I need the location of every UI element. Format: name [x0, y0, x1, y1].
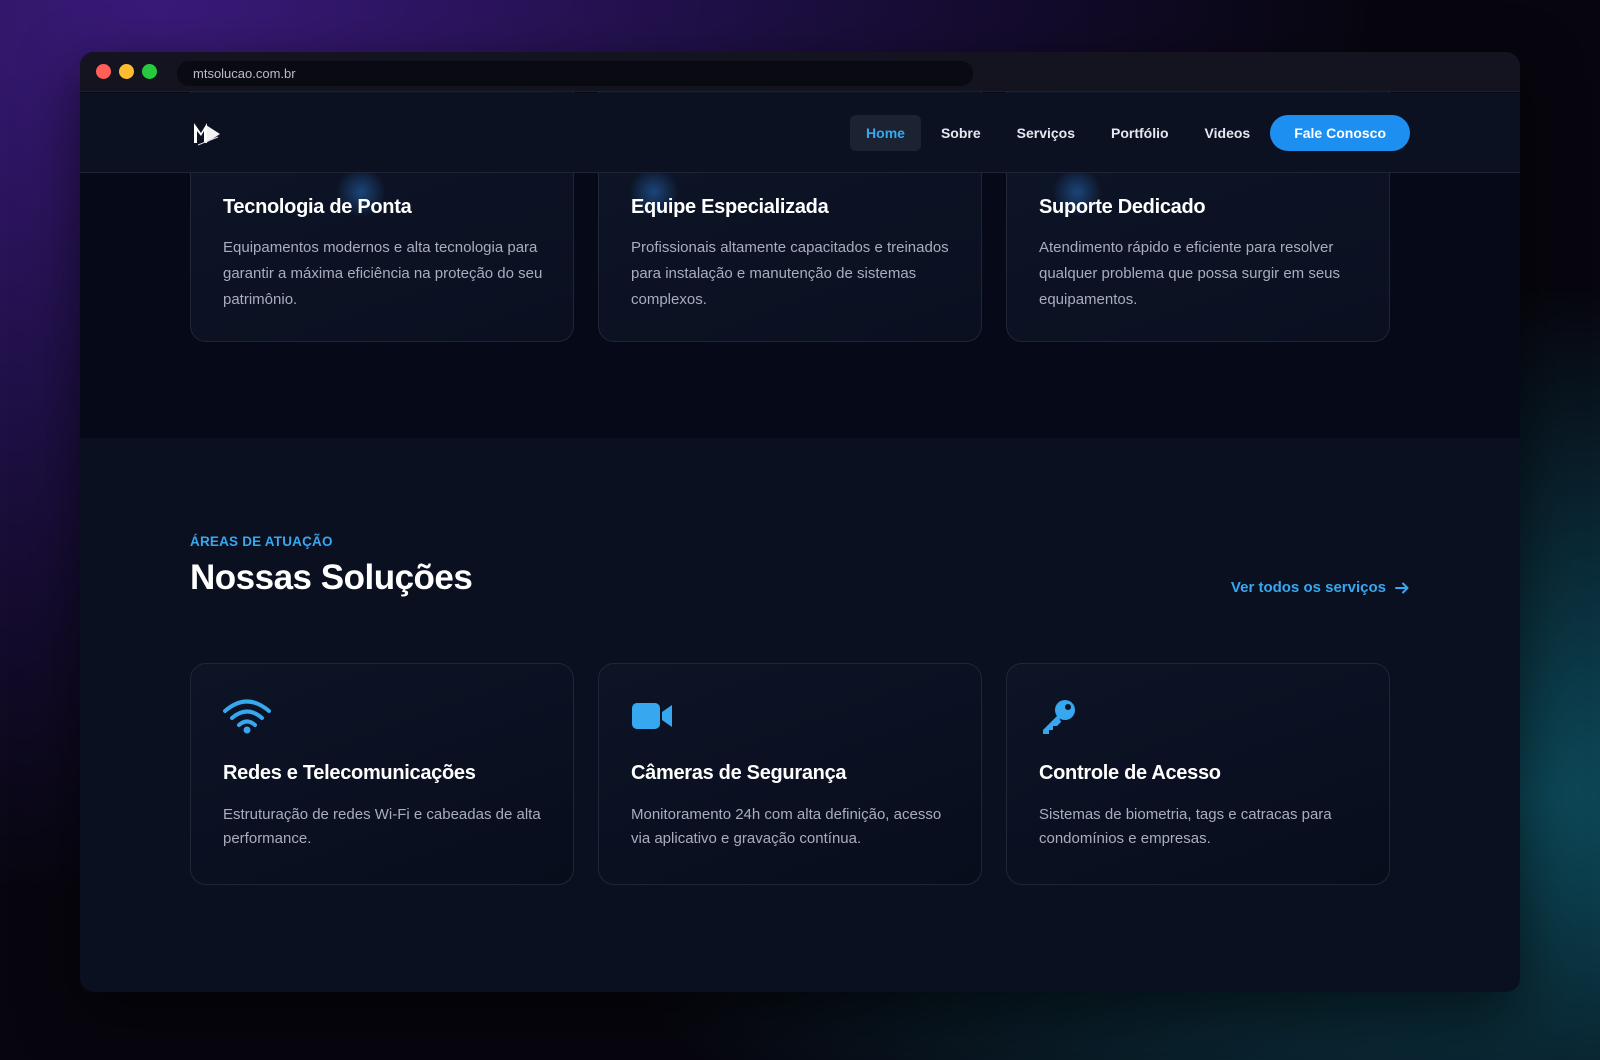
feature-description: Profissionais altamente capacitados e tr…	[631, 239, 949, 308]
section-eyebrow: ÁREAS DE ATUAÇÃO	[190, 534, 333, 549]
solution-description: Monitoramento 24h com alta definição, ac…	[631, 806, 942, 847]
site-navbar: Home Sobre Serviços Portfólio Videos Fal…	[80, 93, 1520, 173]
feature-description: Atendimento rápido e eficiente para reso…	[1039, 239, 1341, 308]
logo-icon	[194, 123, 220, 146]
see-all-services-link[interactable]: Ver todos os serviços	[1231, 579, 1410, 596]
solution-description: Sistemas de biometria, tags e catracas p…	[1039, 806, 1332, 847]
solution-card[interactable]: Câmeras de Segurança Monitoramento 24h c…	[598, 663, 982, 885]
solution-description: Estruturação de redes Wi-Fi e cabeadas d…	[223, 806, 541, 847]
feature-title: Tecnologia de Ponta	[223, 196, 412, 218]
video-camera-icon	[632, 703, 672, 729]
nav-sobre[interactable]: Sobre	[925, 115, 997, 151]
feature-title: Equipe Especializada	[631, 196, 829, 218]
solution-card[interactable]: Controle de Acesso Sistemas de biometria…	[1006, 663, 1390, 885]
solutions-section: ÁREAS DE ATUAÇÃO Nossas Soluções Ver tod…	[80, 438, 1520, 992]
address-bar[interactable]: mtsolucao.com.br	[177, 61, 973, 86]
main-navigation: Home Sobre Serviços Portfólio Videos Fal…	[846, 115, 1410, 151]
wifi-icon	[223, 699, 271, 734]
maximize-window-button[interactable]	[142, 64, 157, 79]
solution-title: Câmeras de Segurança	[631, 762, 847, 784]
section-title: Nossas Soluções	[190, 558, 473, 597]
arrow-right-icon	[1395, 582, 1409, 593]
solution-card[interactable]: Redes e Telecomunicações Estruturação de…	[190, 663, 574, 885]
nav-servicos[interactable]: Serviços	[1001, 115, 1091, 151]
nav-portfolio[interactable]: Portfólio	[1095, 115, 1185, 151]
see-all-label: Ver todos os serviços	[1230, 579, 1386, 596]
browser-chrome: mtsolucao.com.br	[80, 52, 1520, 92]
key-icon	[1043, 700, 1075, 734]
solution-title: Controle de Acesso	[1039, 762, 1221, 784]
nav-videos[interactable]: Videos	[1189, 115, 1267, 151]
minimize-window-button[interactable]	[119, 64, 134, 79]
feature-title: Suporte Dedicado	[1039, 196, 1206, 218]
close-window-button[interactable]	[96, 64, 111, 79]
solution-title: Redes e Telecomunicações	[223, 762, 476, 784]
browser-window: mtsolucao.com.br Tecnologia de Ponta Equ…	[80, 52, 1520, 992]
feature-description: Equipamentos modernos e alta tecnologia …	[223, 239, 543, 308]
contact-cta-button[interactable]: Fale Conosco	[1270, 115, 1410, 151]
nav-home[interactable]: Home	[850, 115, 921, 151]
site-logo[interactable]	[192, 117, 222, 149]
